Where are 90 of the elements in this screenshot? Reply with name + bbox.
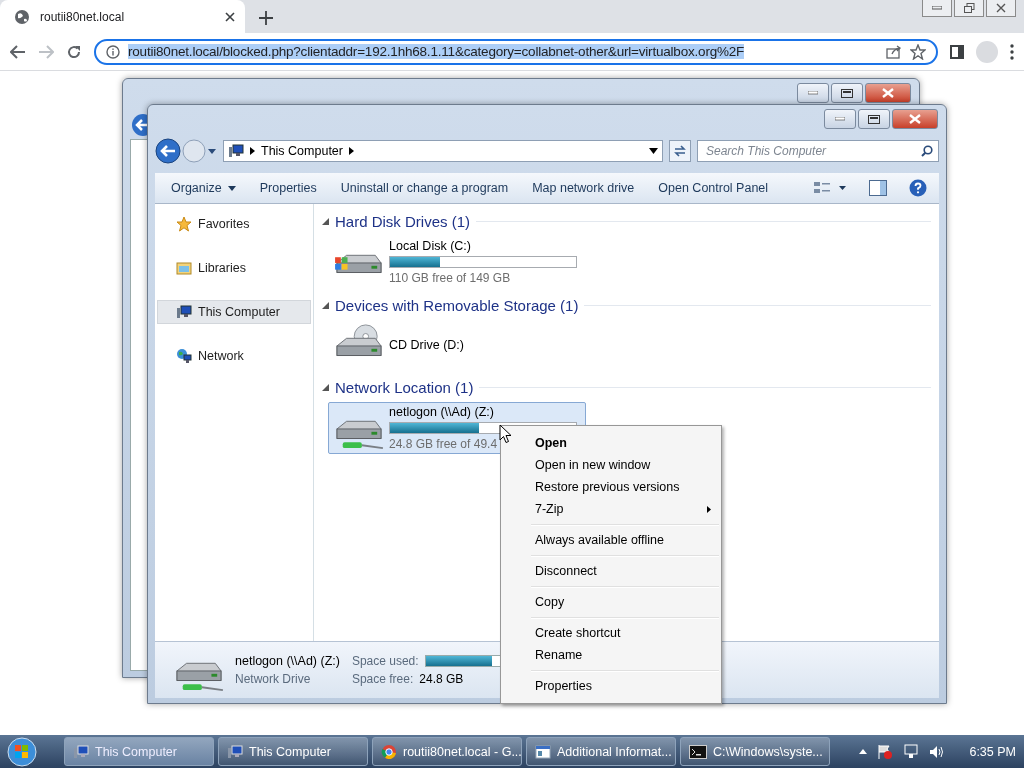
- view-options-icon[interactable]: [813, 180, 847, 196]
- back-icon[interactable]: [131, 113, 147, 137]
- network-icon[interactable]: [903, 743, 920, 760]
- browser-tab[interactable]: routii80net.local: [0, 0, 245, 33]
- chevron-up-icon[interactable]: [859, 749, 868, 754]
- menu-item[interactable]: Copy: [503, 591, 719, 613]
- console-icon: [689, 744, 707, 759]
- start-orb-icon: [7, 736, 37, 767]
- maximize-button[interactable]: [831, 83, 863, 103]
- menu-item[interactable]: 7-Zip: [503, 498, 719, 520]
- close-button[interactable]: [986, 0, 1016, 17]
- search-field[interactable]: Search This Computer: [697, 140, 939, 162]
- toolbar-button[interactable]: Map network drive: [522, 177, 645, 199]
- menu-item[interactable]: Properties: [503, 675, 719, 697]
- submenu-arrow-icon: [707, 505, 711, 513]
- close-button[interactable]: [865, 83, 911, 103]
- drive-item[interactable]: Local Disk (C:) 110 GB free of 149 GB: [328, 236, 586, 288]
- clock[interactable]: 6:35 PM: [969, 744, 1016, 759]
- menu-item[interactable]: Restore previous versions: [503, 476, 719, 498]
- back-icon[interactable]: [155, 138, 181, 164]
- close-icon[interactable]: [225, 11, 235, 22]
- menu-item[interactable]: Open in new window: [503, 454, 719, 476]
- group-header[interactable]: Network Location (1): [335, 378, 474, 396]
- taskbar-button[interactable]: This Computer: [218, 737, 368, 766]
- dropdown-icon[interactable]: [207, 147, 217, 155]
- help-icon[interactable]: [909, 179, 927, 197]
- toolbar-button[interactable]: Organize: [161, 177, 246, 199]
- close-icon: [909, 114, 921, 124]
- close-button[interactable]: [892, 109, 938, 129]
- computer-icon: [176, 304, 192, 320]
- back-icon[interactable]: [10, 44, 26, 59]
- close-icon: [996, 3, 1006, 13]
- chevron-icon[interactable]: [349, 147, 354, 155]
- group-header[interactable]: Devices with Removable Storage (1): [335, 296, 579, 314]
- preview-pane-icon[interactable]: [869, 180, 887, 196]
- star-icon[interactable]: [910, 43, 926, 60]
- flag-icon[interactable]: [877, 743, 894, 760]
- menu-item[interactable]: Always available offline: [503, 529, 719, 551]
- library-icon: [176, 260, 192, 276]
- address-bar[interactable]: routii80net.local/blocked.php?clientaddr=192.1hh68.1.11&category=collabnet-other&url=virtualbox.org%2F: [94, 38, 938, 65]
- taskbar-button[interactable]: Additional Informat...: [526, 737, 676, 766]
- reload-icon[interactable]: [66, 43, 82, 60]
- taskbar-button[interactable]: C:\Windows\syste...: [680, 737, 830, 766]
- maximize-button[interactable]: [858, 109, 890, 129]
- address-field[interactable]: This Computer: [223, 140, 663, 162]
- side-panel-icon[interactable]: [950, 44, 964, 59]
- restore-button[interactable]: [954, 0, 984, 17]
- minimize-button[interactable]: [922, 0, 952, 17]
- menu-icon[interactable]: [1010, 43, 1014, 60]
- refresh-icon: [673, 144, 687, 158]
- window-icon: [535, 743, 551, 760]
- share-icon[interactable]: [886, 44, 902, 59]
- computer-icon: [227, 743, 243, 760]
- menu-item[interactable]: Create shortcut: [503, 622, 719, 644]
- toolbar-button[interactable]: Properties: [249, 177, 327, 199]
- network-icon: [176, 348, 192, 364]
- minimize-button[interactable]: [797, 83, 829, 103]
- star-icon: [176, 216, 192, 232]
- nav-item[interactable]: Network: [157, 344, 311, 368]
- maximize-icon: [841, 88, 853, 98]
- dropdown-icon[interactable]: [649, 148, 658, 154]
- globe-icon: [14, 8, 30, 25]
- nav-item[interactable]: Favorites: [157, 212, 311, 236]
- chevron-icon[interactable]: [250, 147, 255, 155]
- menu-item[interactable]: Disconnect: [503, 560, 719, 582]
- taskbar-button[interactable]: routii80net.local - G...: [372, 737, 522, 766]
- minimize-icon: [808, 91, 818, 95]
- collapse-icon[interactable]: [322, 383, 329, 391]
- toolbar-button[interactable]: Open Control Panel: [648, 177, 779, 199]
- toolbar-button[interactable]: Uninstall or change a program: [330, 177, 519, 199]
- search-icon[interactable]: [921, 145, 933, 157]
- new-tab-icon[interactable]: [259, 11, 273, 25]
- collapse-icon[interactable]: [322, 301, 329, 309]
- minimize-icon: [932, 6, 942, 10]
- group-header[interactable]: Hard Disk Drives (1): [335, 212, 470, 230]
- computer-icon: [228, 143, 244, 159]
- info-icon[interactable]: [106, 44, 120, 59]
- collapse-icon[interactable]: [322, 217, 329, 225]
- caret-icon: [227, 185, 236, 191]
- minimize-icon: [835, 117, 845, 121]
- restore-icon: [963, 3, 975, 13]
- nav-item[interactable]: This Computer: [157, 300, 311, 324]
- maximize-icon: [868, 114, 880, 124]
- close-icon: [882, 88, 894, 98]
- refresh-button[interactable]: [669, 140, 691, 162]
- menu-item[interactable]: Rename: [503, 644, 719, 666]
- nav-item[interactable]: Libraries: [157, 256, 311, 280]
- chrome-icon: [381, 743, 397, 760]
- computer-icon: [73, 743, 89, 760]
- drive-item[interactable]: CD Drive (D:): [328, 320, 586, 370]
